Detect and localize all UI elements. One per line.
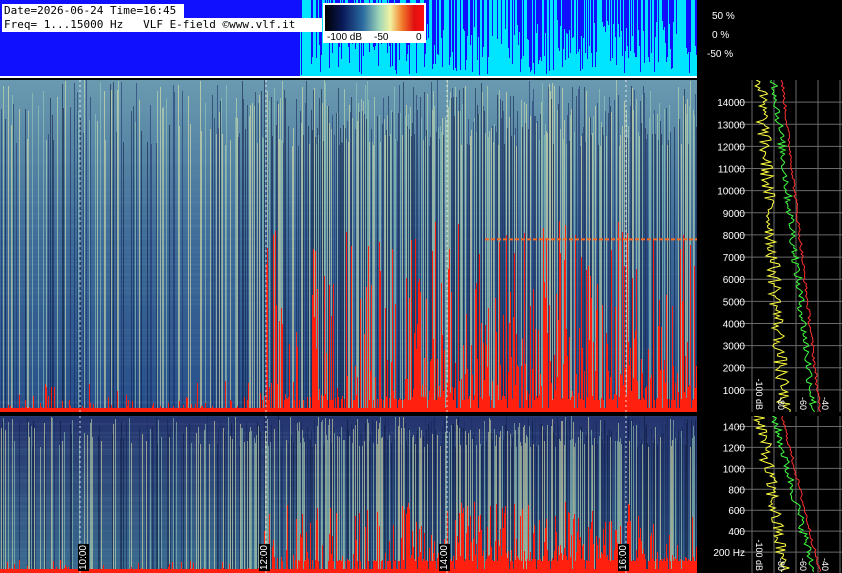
- side1-ytick-11: 12000: [717, 142, 745, 153]
- side1-ytick-4: 5000: [723, 297, 746, 308]
- colorbar-gradient: [325, 5, 424, 31]
- side2-ytick-5: 1200: [723, 443, 746, 454]
- side1-ytick-8: 9000: [723, 209, 746, 220]
- side1-ytick-12: 13000: [717, 120, 745, 131]
- side1-ytick-5: 6000: [723, 275, 746, 286]
- side2-ytick-4: 1000: [723, 464, 746, 475]
- colorbar-mid-label: -50: [374, 32, 389, 43]
- side2-xtick-0: -100 dB: [754, 539, 764, 571]
- time-label-12: 12:00: [259, 544, 270, 572]
- amp-bottom-border: [0, 76, 697, 78]
- colorbar-max-label: 0: [416, 32, 422, 43]
- time-label-14: 14:00: [439, 544, 450, 572]
- side1-ytick-1: 2000: [723, 364, 746, 375]
- side1-xtick-0: -100 dB: [754, 378, 764, 410]
- side1-ytick-9: 10000: [717, 187, 745, 198]
- side1-ytick-0: 1000: [723, 386, 746, 397]
- side1-ytick-13: 14000: [717, 98, 745, 109]
- spec1-red-floor: [0, 408, 697, 412]
- colorbar-min-label: -100 dB: [327, 32, 363, 43]
- amp-label-minus50: -50 %: [707, 49, 734, 60]
- spectrum-panel-upper: 1000 2000 3000 4000 5000 6000 7000 8000 9000 1000…: [697, 80, 842, 412]
- side2-xtick-1: -80: [776, 558, 786, 571]
- spec2-red-floor: [0, 569, 697, 573]
- time-label-16: 16:00: [618, 544, 629, 572]
- main-spectrogram: [0, 80, 697, 412]
- side1-ytick-3: 4000: [723, 319, 746, 330]
- colorbar: -100 dB -50 0: [323, 3, 426, 43]
- side2-ytick-2: 600: [728, 506, 745, 517]
- side1-ytick-6: 7000: [723, 253, 746, 264]
- header-date-time: Date=2026-06-24 Time=16:45: [2, 4, 184, 18]
- side2-xtick-2: -60: [798, 558, 808, 571]
- side1-ytick-7: 8000: [723, 231, 746, 242]
- side1-ytick-2: 3000: [723, 342, 746, 353]
- side2-ytick-6: 1400: [723, 422, 746, 433]
- header-frequency: Freq= 1...15000 Hz VLF E-field ©www.vlf.…: [2, 18, 322, 32]
- amp-label-0: 0 %: [712, 30, 730, 41]
- side2-ytick-3: 800: [728, 485, 745, 496]
- side2-ytick-1: 400: [728, 527, 745, 538]
- time-label-10: 10:00: [78, 544, 89, 572]
- side2-xtick-3: -40: [820, 558, 830, 571]
- spectrum-panel-lower: 200 Hz 400 600 800 1000 1200 1400 -100 dB -80 -60…: [697, 416, 842, 573]
- side1-xtick-1: -80: [776, 397, 786, 410]
- vlf-spectrogram: 1000 2000 3000 4000 5000 6000 7000 8000 9000 1000…: [0, 0, 842, 573]
- side2-ytick-0: 200 Hz: [713, 548, 745, 559]
- amp-label-50: 50 %: [712, 11, 735, 22]
- side1-ytick-10: 11000: [718, 165, 746, 176]
- side1-xtick-3: -40: [820, 397, 830, 410]
- low-freq-spectrogram: [0, 416, 697, 573]
- side1-xtick-2: -60: [798, 397, 808, 410]
